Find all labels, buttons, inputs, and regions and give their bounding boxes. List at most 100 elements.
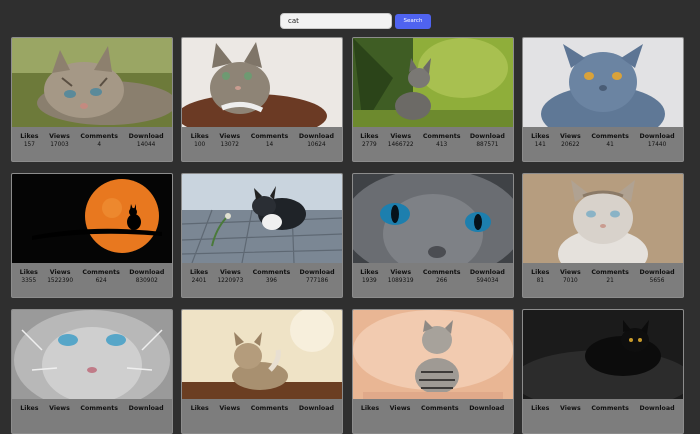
download-stat: Download 887571: [470, 133, 505, 149]
likes-label: Likes: [190, 405, 209, 412]
comments-stat: Comments 413: [423, 133, 461, 149]
cat-photo[interactable]: [182, 38, 343, 127]
comments-label: Comments: [80, 133, 119, 140]
download-label: Download: [298, 405, 334, 412]
views-stat: Views 1220973: [217, 269, 243, 285]
comments-stat: Comments 21: [591, 269, 629, 285]
image-card[interactable]: Likes 1939 Views 1089319 Comments 266 Downl…: [351, 173, 514, 298]
card-stats: Likes Views Comments Download: [12, 399, 172, 414]
image-card[interactable]: Likes 81 Views 7010 Comments 21 Download 565…: [521, 173, 684, 298]
views-stat: Views 13072: [219, 133, 240, 149]
likes-stat: Likes: [531, 405, 549, 414]
download-stat: Download: [639, 405, 674, 414]
download-stat: Download 10624: [299, 133, 334, 149]
download-value: 887571: [476, 142, 499, 148]
download-stat: Download 17440: [639, 133, 674, 149]
views-value: 17003: [50, 142, 69, 148]
likes-value: 100: [194, 142, 206, 148]
download-label: Download: [469, 269, 505, 276]
image-card[interactable]: Likes Views Comments Download: [11, 309, 173, 434]
search-button[interactable]: Search: [395, 13, 431, 29]
cat-photo[interactable]: [352, 310, 513, 399]
likes-value: 81: [536, 278, 544, 284]
image-card[interactable]: Likes 141 Views 20622 Comments 41 Download 1…: [521, 37, 684, 162]
download-stat: Download: [469, 405, 504, 414]
image-card[interactable]: Likes 100 Views 13072 Comments 14 Download 1…: [181, 37, 344, 162]
download-stat: Download 830902: [129, 269, 164, 285]
views-stat: Views 1466722: [388, 133, 414, 149]
cat-photo[interactable]: [12, 38, 172, 127]
comments-label: Comments: [591, 269, 629, 276]
likes-stat: Likes 1939: [360, 269, 378, 285]
cat-photo[interactable]: [522, 38, 683, 127]
likes-label: Likes: [531, 133, 550, 140]
image-card[interactable]: Likes 3355 Views 1522390 Comments 624 Downl…: [11, 173, 173, 298]
cat-photo[interactable]: [352, 38, 513, 127]
comments-value: 413: [436, 142, 448, 148]
image-card[interactable]: Likes 2779 Views 1466722 Comments 413 Downl…: [351, 37, 514, 162]
comments-value: 41: [606, 142, 614, 148]
likes-label: Likes: [531, 269, 550, 276]
comments-label: Comments: [591, 133, 629, 140]
likes-label: Likes: [360, 269, 379, 276]
download-stat: Download 777186: [300, 269, 335, 285]
download-value: 14044: [136, 142, 156, 148]
views-stat: Views 7010: [560, 269, 581, 285]
cat-photo[interactable]: [522, 310, 683, 399]
cat-photo[interactable]: [352, 174, 513, 263]
views-label: Views: [49, 405, 70, 412]
cat-photo[interactable]: [522, 174, 683, 263]
image-card[interactable]: Likes Views Comments Download: [351, 309, 514, 434]
comments-stat: Comments 266: [423, 269, 461, 285]
likes-stat: Likes 100: [191, 133, 209, 149]
comments-label: Comments: [591, 405, 629, 412]
image-card[interactable]: Likes 157 Views 17003 Comments 4 Download 14…: [11, 37, 173, 162]
download-value: 10624: [307, 142, 326, 148]
cat-photo[interactable]: [182, 310, 343, 399]
views-label: Views: [49, 133, 70, 140]
card-stats: Likes 141 Views 20622 Comments 41 Download 1…: [523, 127, 683, 149]
image-card[interactable]: Likes 2401 Views 1220973 Comments 396 Downl…: [181, 173, 344, 298]
search-bar: Search: [280, 13, 431, 29]
likes-label: Likes: [531, 405, 550, 412]
image-card[interactable]: Likes Views Comments Download: [521, 309, 684, 434]
cat-photo[interactable]: [182, 174, 343, 263]
comments-value: 266: [436, 278, 448, 284]
likes-stat: Likes: [191, 405, 209, 414]
comments-stat: Comments 4: [80, 133, 118, 149]
comments-stat: Comments 14: [251, 133, 289, 149]
views-value: 1522390: [47, 278, 74, 284]
comments-stat: Comments: [591, 405, 629, 414]
image-card[interactable]: Likes Views Comments Download: [181, 309, 344, 434]
cat-photo[interactable]: [12, 174, 172, 263]
views-value: 1089319: [387, 278, 414, 284]
views-label: Views: [559, 405, 581, 412]
comments-label: Comments: [422, 133, 461, 140]
download-value: 777186: [306, 278, 329, 284]
download-label: Download: [639, 133, 675, 140]
likes-stat: Likes 141: [531, 133, 549, 149]
download-stat: Download 14044: [129, 133, 164, 149]
likes-label: Likes: [20, 133, 39, 140]
cat-photo[interactable]: [12, 310, 172, 399]
card-stats: Likes Views Comments Download: [353, 399, 513, 414]
views-value: 1220973: [217, 278, 244, 284]
views-stat: Views 17003: [49, 133, 70, 149]
views-label: Views: [220, 269, 241, 276]
views-stat: Views: [49, 405, 70, 414]
comments-label: Comments: [252, 269, 291, 276]
search-input[interactable]: [280, 13, 392, 29]
likes-value: 141: [534, 142, 546, 148]
comments-stat: Comments 41: [591, 133, 629, 149]
download-label: Download: [299, 269, 335, 276]
likes-value: 2779: [361, 142, 377, 148]
likes-value: 3355: [21, 278, 37, 284]
views-stat: Views 1089319: [388, 269, 414, 285]
card-stats: Likes 1939 Views 1089319 Comments 266 Downl…: [353, 263, 513, 285]
likes-stat: Likes 81: [531, 269, 549, 285]
views-value: 13072: [220, 142, 239, 148]
likes-label: Likes: [189, 269, 209, 276]
comments-stat: Comments: [421, 405, 459, 414]
likes-stat: Likes 2779: [360, 133, 378, 149]
download-label: Download: [469, 405, 505, 412]
